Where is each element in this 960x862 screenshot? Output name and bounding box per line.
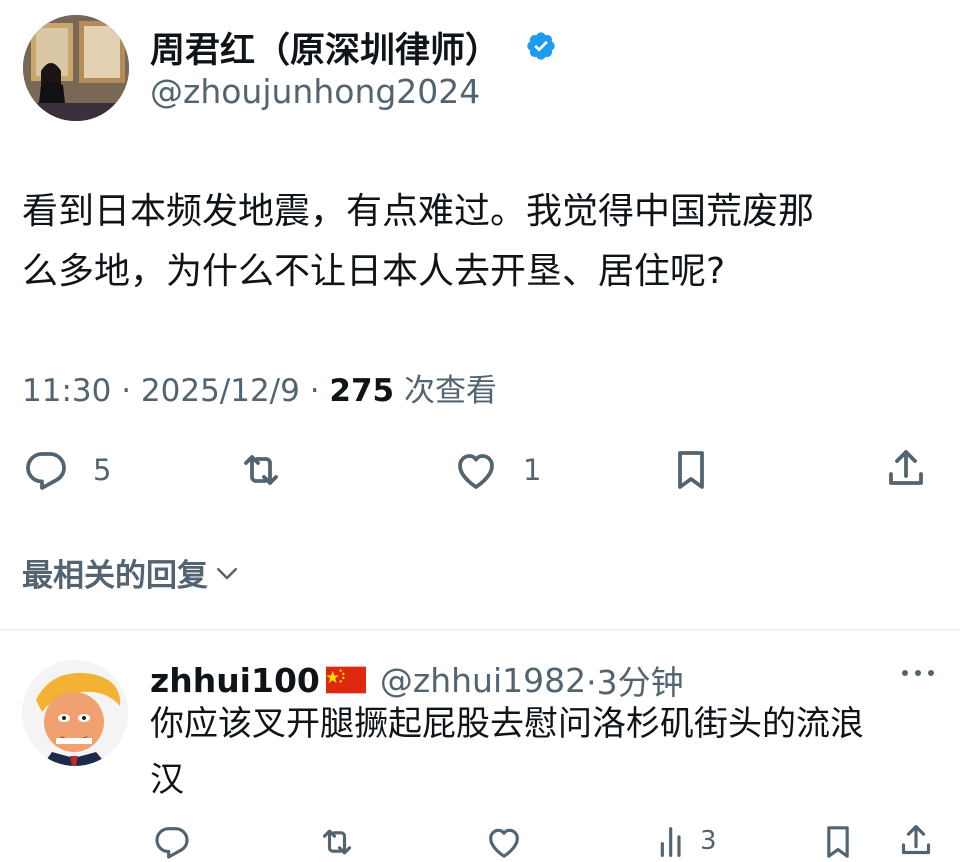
view-label: 次查看: [394, 373, 497, 409]
author-avatar[interactable]: [23, 15, 129, 121]
tweet-timestamp[interactable]: 11:30 · 2025/12/9 ·: [22, 373, 329, 409]
divider: [0, 629, 960, 631]
reply-like-icon[interactable]: [484, 822, 524, 862]
chevron-down-icon: [212, 558, 242, 588]
replies-sort-dropdown[interactable]: 最相关的回复: [22, 550, 242, 595]
retweet-icon[interactable]: [235, 446, 287, 494]
tweet-meta: 11:30 · 2025/12/9 · 275 次查看: [22, 365, 497, 410]
replies-sort-label: 最相关的回复: [22, 558, 208, 594]
bookmark-icon[interactable]: [667, 446, 715, 494]
reply-icon[interactable]: [22, 446, 70, 494]
share-icon[interactable]: [882, 444, 930, 492]
reply-text: 你应该叉开腿撅起屁股去慰问洛杉矶街头的流浪 汉: [150, 696, 950, 808]
reply-bookmark-icon[interactable]: [818, 822, 858, 862]
reply-author-avatar[interactable]: [22, 660, 128, 766]
china-flag-icon: [325, 666, 366, 694]
reply-count: 5: [93, 453, 112, 487]
reply-author-handle[interactable]: @zhhui1982: [380, 661, 586, 700]
like-icon[interactable]: [452, 446, 500, 494]
more-options-icon[interactable]: [898, 663, 938, 683]
author-name[interactable]: 周君红（原深圳律师）: [150, 22, 500, 73]
tweet-text: 看到日本频发地震，有点难过。我觉得中国荒废那 么多地，为什么不让日本人去开垦、居…: [22, 182, 952, 302]
reply-views-icon[interactable]: [654, 822, 694, 862]
tweet-text-line: 看到日本频发地震，有点难过。我觉得中国荒废那: [22, 191, 815, 232]
reply-retweet-icon[interactable]: [316, 822, 358, 862]
tweet-text-line: 么多地，为什么不让日本人去开垦、居住呢?: [22, 251, 726, 292]
reply-reply-icon[interactable]: [152, 822, 192, 862]
reply-share-icon[interactable]: [896, 820, 936, 860]
reply-text-line: 你应该叉开腿撅起屁股去慰问洛杉矶街头的流浪: [150, 704, 864, 744]
view-count: 275: [329, 373, 395, 409]
like-count: 1: [523, 453, 542, 487]
reply-text-line: 汉: [150, 760, 184, 800]
reply-views-count: 3: [700, 826, 717, 856]
verified-badge-icon: [525, 30, 557, 62]
author-handle[interactable]: @zhoujunhong2024: [150, 72, 480, 111]
reply-author-name[interactable]: zhhui100: [150, 661, 320, 700]
